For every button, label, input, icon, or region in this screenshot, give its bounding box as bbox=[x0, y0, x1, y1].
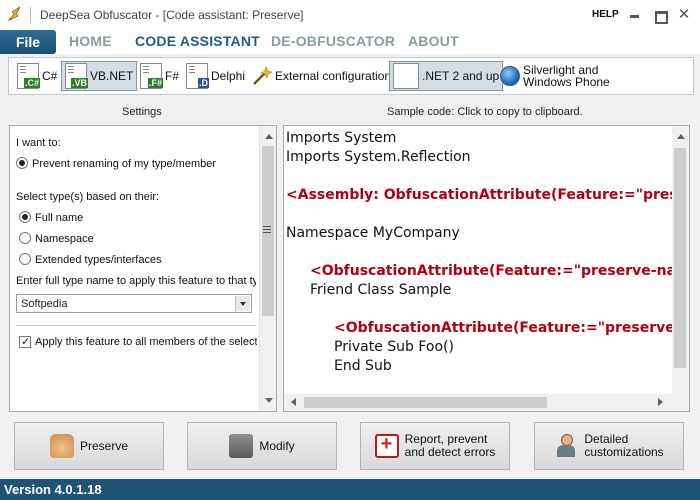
settings-panel: I want to: Prevent renaming of my type/m… bbox=[9, 125, 277, 412]
full-name-label[interactable]: Full name bbox=[35, 212, 83, 224]
scroll-thumb[interactable] bbox=[674, 148, 686, 368]
external-configuration-label: External configuration bbox=[275, 69, 392, 83]
code-line: End Sub bbox=[334, 358, 392, 374]
first-aid-icon bbox=[374, 433, 399, 458]
wand-icon bbox=[253, 66, 272, 85]
report-errors-label-line2: and detect errors bbox=[404, 445, 496, 459]
sample-code-panel[interactable]: Imports System Imports System.Reflection… bbox=[283, 125, 690, 412]
net-version-label: .NET 2 and up bbox=[422, 69, 500, 83]
maximize-icon[interactable] bbox=[653, 8, 668, 24]
menu-de-obfuscator[interactable]: DE-OBFUSCATOR bbox=[271, 33, 395, 49]
settings-heading: Settings bbox=[122, 106, 162, 118]
external-configuration-button[interactable]: External configuration bbox=[249, 61, 394, 91]
scroll-up-icon[interactable] bbox=[265, 130, 273, 139]
main-menu: File HOME CODE ASSISTANT DE-OBFUSCATOR A… bbox=[0, 30, 700, 54]
silverlight-label: Silverlight and Windows Phone bbox=[523, 64, 610, 88]
code-line: Imports System bbox=[286, 130, 397, 146]
csharp-file-icon: .C# bbox=[17, 63, 40, 89]
menu-code-assistant[interactable]: CODE ASSISTANT bbox=[135, 33, 260, 49]
code-line: <ObfuscationAttribute(Feature:="preserve… bbox=[334, 320, 681, 336]
type-name-prompt: Enter full type name to apply this featu… bbox=[16, 275, 256, 287]
detailed-label-line2: customizations bbox=[584, 445, 664, 459]
scroll-left-icon[interactable] bbox=[287, 398, 296, 406]
detailed-customizations-label: Detailed customizations bbox=[584, 433, 663, 459]
full-name-radio[interactable] bbox=[19, 211, 31, 223]
code-line: <ObfuscationAttribute(Feature:="preserve… bbox=[310, 263, 690, 279]
minimize-icon[interactable] bbox=[628, 8, 642, 22]
thumbs-up-icon bbox=[49, 434, 74, 458]
vbnet-file-icon: .VB bbox=[65, 63, 88, 89]
delphi-file-icon: .D bbox=[186, 63, 209, 89]
title-bar: DeepSea Obfuscator - [Code assistant: Pr… bbox=[0, 0, 700, 30]
close-icon[interactable]: ✕ bbox=[677, 7, 691, 22]
language-toolbar: .C# C# .VB VB.NET .F# F# .D Delphi Exter… bbox=[8, 57, 694, 95]
modify-label: Modify bbox=[259, 438, 295, 453]
detailed-label-line1: Detailed bbox=[584, 432, 629, 446]
namespace-label[interactable]: Namespace bbox=[35, 233, 94, 245]
apply-all-members-label[interactable]: Apply this feature to all members of the… bbox=[35, 336, 257, 348]
scroll-right-icon[interactable] bbox=[658, 398, 667, 406]
code-vertical-scrollbar[interactable] bbox=[672, 126, 689, 394]
menu-home[interactable]: HOME bbox=[69, 33, 112, 49]
extended-types-radio[interactable] bbox=[19, 253, 31, 265]
panel-splitter-grip[interactable] bbox=[263, 226, 271, 236]
title-separator bbox=[30, 7, 31, 23]
prevent-renaming-label[interactable]: Prevent renaming of my type/member bbox=[32, 158, 216, 170]
settings-scrollbar[interactable] bbox=[259, 126, 276, 411]
silverlight-label-line2: Windows Phone bbox=[523, 75, 610, 89]
net-version-button[interactable]: .NET 2 and up bbox=[389, 61, 504, 91]
prevent-renaming-radio[interactable] bbox=[16, 157, 28, 169]
lang-delphi-button[interactable]: .D Delphi bbox=[183, 61, 248, 91]
namespace-radio[interactable] bbox=[19, 232, 31, 244]
window-title: DeepSea Obfuscator - [Code assistant: Pr… bbox=[40, 8, 304, 22]
report-errors-button[interactable]: Report, prevent and detect errors bbox=[360, 422, 510, 470]
code-line: Imports System.Reflection bbox=[286, 149, 471, 165]
globe-icon bbox=[500, 66, 520, 86]
code-line: <Assembly: ObfuscationAttribute(Feature:… bbox=[286, 187, 688, 203]
code-line: Friend Class Sample bbox=[310, 282, 452, 298]
detailed-customizations-button[interactable]: Detailed customizations bbox=[534, 422, 684, 470]
dotnet-icon bbox=[393, 63, 419, 89]
toolbox-icon bbox=[229, 434, 254, 458]
lang-csharp-button[interactable]: .C# C# bbox=[14, 61, 60, 91]
preserve-label: Preserve bbox=[79, 438, 129, 453]
version-label: Version 4.0.1.18 bbox=[4, 482, 102, 497]
preserve-button[interactable]: Preserve bbox=[14, 422, 164, 470]
code-line: Private Sub Foo() bbox=[334, 339, 454, 355]
scroll-down-icon[interactable] bbox=[265, 398, 273, 407]
extended-types-label[interactable]: Extended types/interfaces bbox=[35, 254, 162, 266]
lang-fsharp-label: F# bbox=[165, 69, 180, 83]
status-bar: Version 4.0.1.18 bbox=[0, 479, 700, 500]
scroll-thumb[interactable] bbox=[304, 397, 547, 408]
code-horizontal-scrollbar[interactable] bbox=[284, 394, 689, 411]
help-link[interactable]: HELP bbox=[592, 9, 619, 20]
modify-button[interactable]: Modify bbox=[187, 422, 337, 470]
lang-vbnet-button[interactable]: .VB VB.NET bbox=[61, 61, 138, 91]
app-logo-icon bbox=[7, 6, 21, 22]
lang-fsharp-button[interactable]: .F# F# bbox=[137, 61, 182, 91]
code-line: Namespace MyCompany bbox=[286, 225, 460, 241]
sample-code-heading: Sample code: Click to copy to clipboard. bbox=[387, 106, 583, 118]
lang-csharp-label: C# bbox=[42, 69, 58, 83]
i-want-to-label: I want to: bbox=[16, 137, 61, 149]
chevron-down-icon[interactable] bbox=[235, 296, 250, 311]
lang-delphi-label: Delphi bbox=[211, 69, 246, 83]
person-icon bbox=[554, 434, 578, 458]
fsharp-file-icon: .F# bbox=[140, 63, 163, 89]
select-types-label: Select type(s) based on their: bbox=[16, 191, 160, 203]
settings-divider bbox=[16, 325, 256, 326]
file-menu-button[interactable]: File bbox=[0, 30, 56, 54]
type-name-value: Softpedia bbox=[21, 298, 68, 310]
report-errors-label: Report, prevent and detect errors bbox=[405, 433, 496, 459]
type-name-combobox[interactable]: Softpedia bbox=[16, 294, 252, 313]
lang-vbnet-label: VB.NET bbox=[90, 69, 134, 83]
scroll-up-icon[interactable] bbox=[677, 130, 685, 139]
report-errors-label-line1: Report, prevent bbox=[404, 432, 488, 446]
apply-all-members-checkbox[interactable] bbox=[19, 335, 31, 348]
silverlight-button[interactable]: Silverlight and Windows Phone bbox=[497, 61, 613, 91]
menu-about[interactable]: ABOUT bbox=[408, 33, 459, 49]
